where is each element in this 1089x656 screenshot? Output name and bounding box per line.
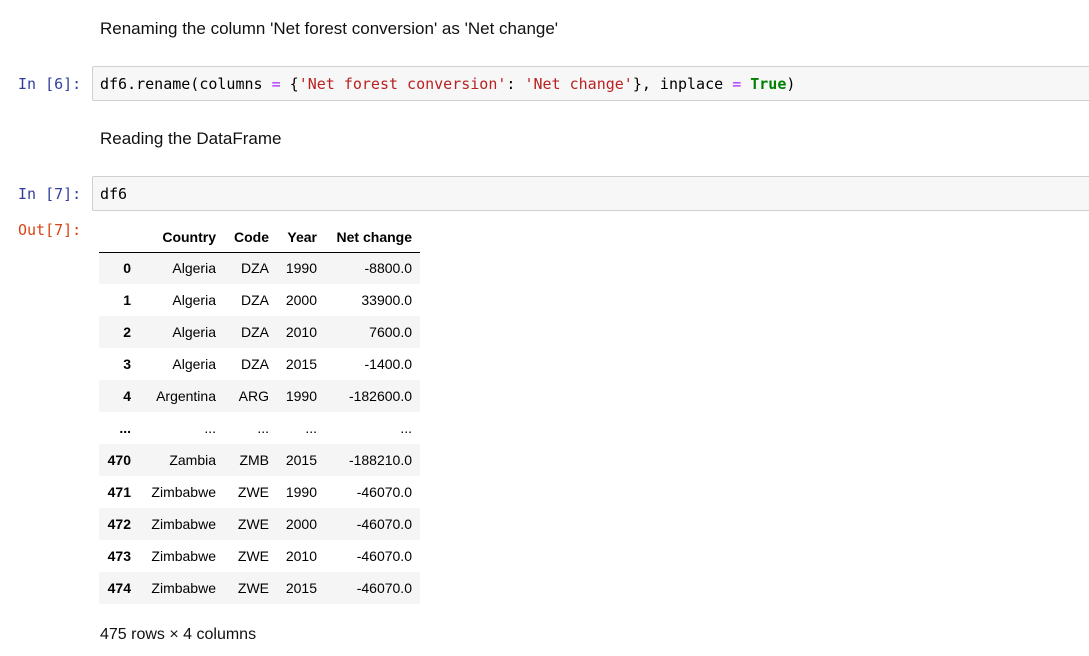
cell-net-change: -1400.0 [364, 356, 412, 372]
output-prompt-7: Out[7]: [18, 221, 82, 239]
code-token-new-name: 'Net change' [524, 75, 633, 93]
markdown-rename-note: Renaming the column 'Net forest conversi… [100, 19, 559, 38]
cell-year: 1990 [285, 388, 317, 404]
cell-country: Algeria [172, 292, 216, 308]
input-prompt-7: In [7]: [18, 185, 82, 203]
cell-year: 1990 [285, 260, 317, 277]
code-token-paren-close: ) [786, 75, 796, 93]
cell-country: Zimbabwe [151, 548, 216, 564]
cell-year: 2010 [285, 324, 317, 340]
cell-year: 1990 [285, 484, 317, 500]
row-index: 474 [107, 580, 131, 596]
cell-code: DZA [241, 260, 269, 277]
code-cell-df6[interactable]: df6 [92, 176, 1089, 211]
cell-net-change: -46070.0 [356, 484, 412, 500]
table-header-row: Country Code Year Net change [99, 222, 420, 253]
row-index: 0 [123, 260, 131, 277]
code-token-true: True [750, 75, 787, 93]
table-row: 2 Algeria DZA 2010 7600.0 [99, 316, 420, 348]
cell-year: 2000 [285, 292, 317, 308]
cell-year: 2015 [285, 452, 317, 468]
code-token-colon: : [506, 75, 525, 93]
cell-country: ... [204, 420, 216, 436]
cell-code: DZA [241, 324, 269, 340]
cell-code: ARG [238, 388, 269, 404]
header-year: Year [277, 222, 325, 253]
cell-year: 2015 [285, 356, 317, 372]
cell-code: ZWE [237, 580, 269, 596]
row-index: 1 [123, 292, 131, 308]
table-row: 470 Zambia ZMB 2015 -188210.0 [99, 444, 420, 476]
cell-net-change: ... [400, 420, 412, 436]
cell-net-change: -46070.0 [356, 548, 412, 564]
code-token-old-name: 'Net forest conversion' [298, 75, 507, 93]
code-token-equals-2: = [732, 75, 742, 93]
cell-code: ZWE [237, 548, 269, 564]
row-index: 3 [123, 356, 131, 372]
table-row: 474 Zimbabwe ZWE 2015 -46070.0 [99, 572, 420, 604]
row-index: ... [119, 420, 131, 436]
cell-year: ... [305, 420, 317, 436]
code-line-rename: df6.rename(columns = {'Net forest conver… [100, 74, 795, 94]
code-token-equals: = [271, 75, 281, 93]
cell-net-change: -46070.0 [356, 580, 412, 596]
code-token-brace-open: { [280, 75, 299, 93]
row-index: 473 [107, 548, 131, 564]
table-row: 3 Algeria DZA 2015 -1400.0 [99, 348, 420, 380]
table-row: 4 Argentina ARG 1990 -182600.0 [99, 380, 420, 412]
cell-net-change: -188210.0 [348, 452, 412, 468]
code-line-df6: df6 [100, 185, 128, 203]
cell-code: ZWE [237, 484, 269, 500]
dataframe-shape-summary: 475 rows × 4 columns [100, 626, 257, 643]
cell-year: 2010 [285, 548, 317, 564]
cell-country: Algeria [172, 324, 216, 340]
cell-net-change: 7600.0 [369, 324, 412, 340]
input-prompt-6: In [6]: [18, 75, 82, 93]
row-index: 471 [107, 484, 131, 500]
table-row: 472 Zimbabwe ZWE 2000 -46070.0 [99, 508, 420, 540]
cell-net-change: -182600.0 [348, 388, 412, 404]
markdown-reading-note: Reading the DataFrame [100, 129, 282, 148]
cell-country: Zimbabwe [151, 484, 216, 500]
cell-country: Zimbabwe [151, 580, 216, 596]
cell-year: 2000 [285, 516, 317, 532]
cell-code: DZA [241, 292, 269, 308]
table-row: 1 Algeria DZA 2000 33900.0 [99, 284, 420, 316]
cell-country: Zimbabwe [151, 516, 216, 532]
cell-net-change: -46070.0 [356, 516, 412, 532]
row-index: 472 [107, 516, 131, 532]
cell-code: ZWE [237, 516, 269, 532]
cell-code: DZA [241, 356, 269, 372]
table-row: 473 Zimbabwe ZWE 2010 -46070.0 [99, 540, 420, 572]
row-index: 470 [107, 452, 131, 468]
cell-code: ZMB [239, 452, 269, 468]
cell-country: Algeria [172, 260, 216, 277]
cell-country: Zambia [169, 452, 216, 468]
code-cell-rename[interactable]: df6.rename(columns = {'Net forest conver… [92, 66, 1089, 101]
dataframe-table: Country Code Year Net change 0 Algeria D… [99, 222, 420, 604]
table-row: 471 Zimbabwe ZWE 1990 -46070.0 [99, 476, 420, 508]
code-token-call: df6.rename(columns [100, 75, 272, 93]
cell-net-change: 33900.0 [361, 292, 412, 308]
cell-country: Algeria [172, 356, 216, 372]
table-ellipsis-row: ... ... ... ... ... [99, 412, 420, 444]
cell-country: Argentina [156, 388, 216, 404]
row-index: 2 [123, 324, 131, 340]
cell-code: ... [257, 420, 269, 436]
code-token-inplace: }, inplace [632, 75, 733, 93]
header-index [99, 222, 139, 253]
row-index: 4 [123, 388, 131, 404]
header-code: Code [224, 222, 277, 253]
header-net-change: Net change [325, 222, 420, 253]
header-country: Country [139, 222, 224, 253]
table-row: 0 Algeria DZA 1990 -8800.0 [99, 252, 420, 284]
cell-net-change: -8800.0 [364, 260, 412, 277]
cell-year: 2015 [285, 580, 317, 596]
